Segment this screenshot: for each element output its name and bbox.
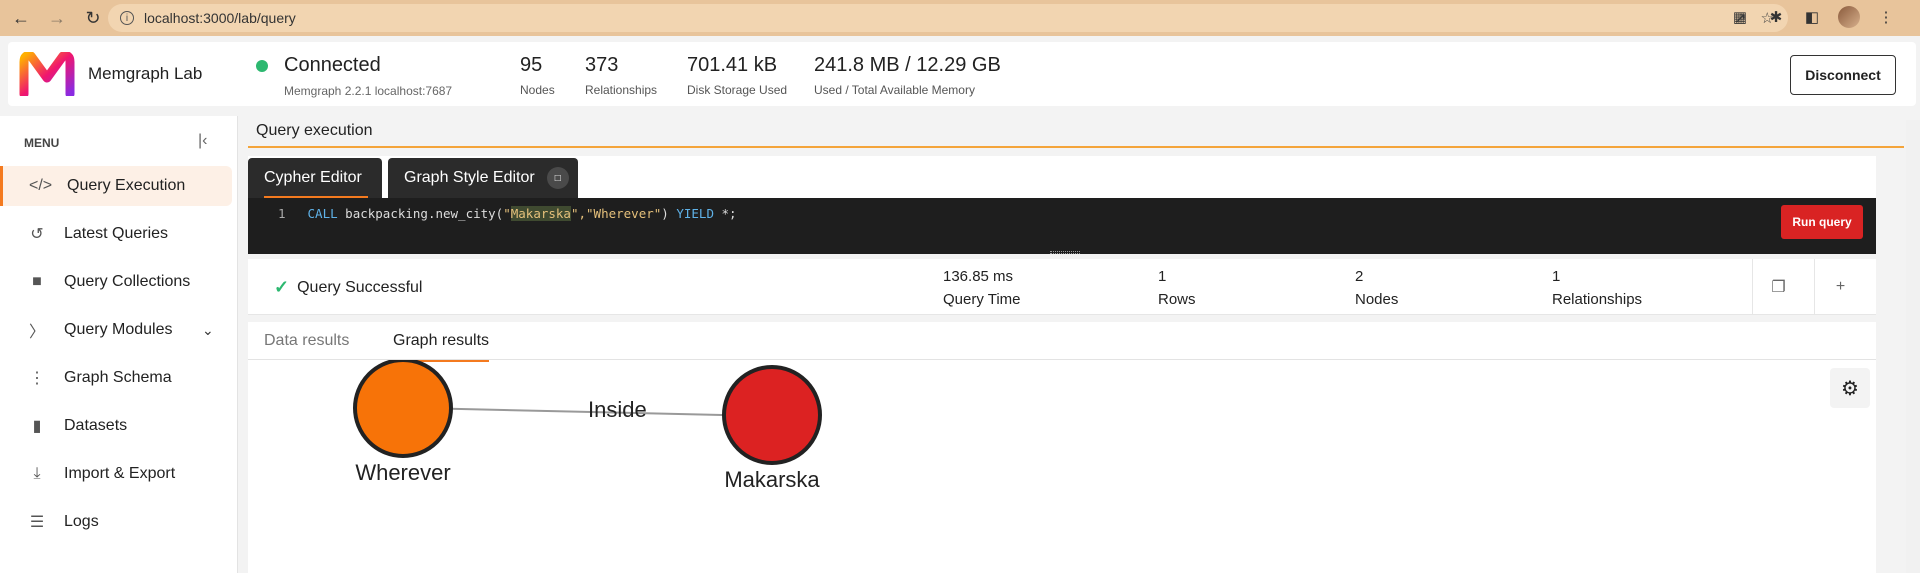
- menu-title: MENU: [24, 136, 60, 150]
- graph-node-makarska[interactable]: [722, 365, 822, 465]
- list-icon: ☰: [29, 514, 45, 531]
- sidebar-item-query-execution[interactable]: </> Query Execution: [0, 166, 232, 206]
- url-text[interactable]: localhost:3000/lab/query: [144, 10, 296, 26]
- disconnect-button[interactable]: Disconnect: [1790, 55, 1896, 95]
- node-label-wherever: Wherever: [355, 460, 450, 485]
- chevron-down-icon[interactable]: ⌄: [202, 322, 214, 339]
- sidebar-item-query-collections[interactable]: ■ Query Collections: [0, 262, 232, 302]
- folder-open-icon[interactable]: □: [546, 167, 569, 189]
- sidepanel-icon[interactable]: ◧: [1802, 7, 1822, 27]
- add-icon[interactable]: +: [1814, 259, 1866, 315]
- sidebar-item-logs[interactable]: ☰ Logs: [0, 502, 232, 542]
- code-editor[interactable]: 1 CALL backpacking.new_city("Makarska","W…: [248, 198, 1876, 254]
- folder-icon: ■: [32, 273, 42, 290]
- memgraph-logo: [19, 52, 75, 96]
- query-result-summary: ✓ Query Successful 136.85 ms Query Time …: [248, 259, 1876, 315]
- result-stat-nodes: 2 Nodes: [1355, 268, 1399, 308]
- sidebar: MENU |‹ </> Query Execution ↺ Latest Que…: [0, 116, 238, 573]
- code-line[interactable]: 1 CALL backpacking.new_city("Makarska","W…: [278, 206, 737, 221]
- editor-tabs: Cypher Editor Graph Style Editor □: [248, 156, 1876, 198]
- puzzle-icon[interactable]: ✱: [1766, 7, 1786, 27]
- back-icon[interactable]: ←: [6, 3, 36, 33]
- address-bar[interactable]: i localhost:3000/lab/query ↗ ☆: [108, 4, 1788, 32]
- schema-icon: ⋮: [29, 370, 45, 387]
- collapse-sidebar-icon[interactable]: |‹: [198, 132, 207, 150]
- extension-icon[interactable]: ▦: [1730, 7, 1750, 27]
- run-query-button[interactable]: Run query: [1781, 205, 1863, 239]
- tab-data-results[interactable]: Data results: [264, 332, 349, 350]
- graph-node-wherever[interactable]: [353, 360, 453, 458]
- title-divider: [248, 146, 1904, 148]
- reload-icon[interactable]: ↻: [78, 3, 108, 33]
- result-stat-rows: 1 Rows: [1158, 268, 1196, 308]
- terminal-icon: 〉: [28, 324, 45, 341]
- graph-settings-icon[interactable]: ⚙: [1830, 368, 1870, 408]
- info-icon[interactable]: i: [120, 11, 134, 25]
- connected-indicator: [256, 60, 268, 72]
- tab-graph-results[interactable]: Graph results: [393, 332, 490, 362]
- connection-details: Memgraph 2.2.1 localhost:7687: [284, 84, 453, 98]
- page-title: Query execution: [256, 122, 373, 139]
- result-stat-relationships: 1 Relationships: [1552, 268, 1643, 308]
- sidebar-item-graph-schema[interactable]: ⋮ Graph Schema: [0, 358, 232, 398]
- stat-nodes: 95 Nodes: [520, 54, 555, 97]
- graph-canvas[interactable]: Inside Wherever Makarska: [248, 360, 1876, 573]
- stat-relationships: 373 Relationships: [585, 54, 658, 97]
- sidebar-item-query-modules[interactable]: 〉 Query Modules ⌄: [0, 310, 232, 350]
- check-icon: ✓: [274, 277, 290, 297]
- stat-memory: 241.8 MB / 12.29 GB Used / Total Availab…: [814, 54, 1001, 97]
- page-scrollbar[interactable]: [1906, 120, 1920, 573]
- more-menu-icon[interactable]: ⋮: [1876, 7, 1896, 27]
- connection-status: Connected: [284, 54, 381, 76]
- query-status: ✓ Query Successful: [274, 277, 423, 297]
- app-header: Memgraph Lab Connected Memgraph 2.2.1 lo…: [8, 42, 1916, 106]
- browser-toolbar: ← → ↻ i localhost:3000/lab/query ↗ ☆ ▦ ✱…: [0, 0, 1920, 36]
- sidebar-item-latest-queries[interactable]: ↺ Latest Queries: [0, 214, 232, 254]
- node-label-makarska: Makarska: [724, 467, 820, 492]
- profile-avatar[interactable]: [1838, 6, 1860, 28]
- resize-handle[interactable]: [1050, 251, 1080, 254]
- sidebar-item-datasets[interactable]: ▮ Datasets: [0, 406, 232, 446]
- sidebar-item-import-export[interactable]: ⤓ Import & Export: [0, 454, 232, 494]
- results-panel: Data results Graph results Inside Wherev…: [248, 322, 1876, 573]
- book-icon: ▮: [32, 418, 42, 435]
- code-icon: </>: [29, 177, 53, 194]
- stat-disk: 701.41 kB Disk Storage Used: [687, 54, 788, 97]
- copy-icon[interactable]: ❐: [1752, 259, 1804, 315]
- result-stat-time: 136.85 ms Query Time: [943, 268, 1021, 308]
- tab-cypher-editor[interactable]: Cypher Editor: [248, 158, 382, 198]
- app-name: Memgraph Lab: [88, 64, 203, 83]
- history-icon: ↺: [30, 226, 44, 243]
- tab-graph-style-editor[interactable]: Graph Style Editor □: [388, 158, 578, 198]
- edge-label: Inside: [588, 397, 647, 422]
- forward-icon[interactable]: →: [42, 3, 72, 33]
- query-editor: Cypher Editor Graph Style Editor □ 1 CALL…: [248, 156, 1876, 256]
- download-icon: ⤓: [33, 465, 41, 482]
